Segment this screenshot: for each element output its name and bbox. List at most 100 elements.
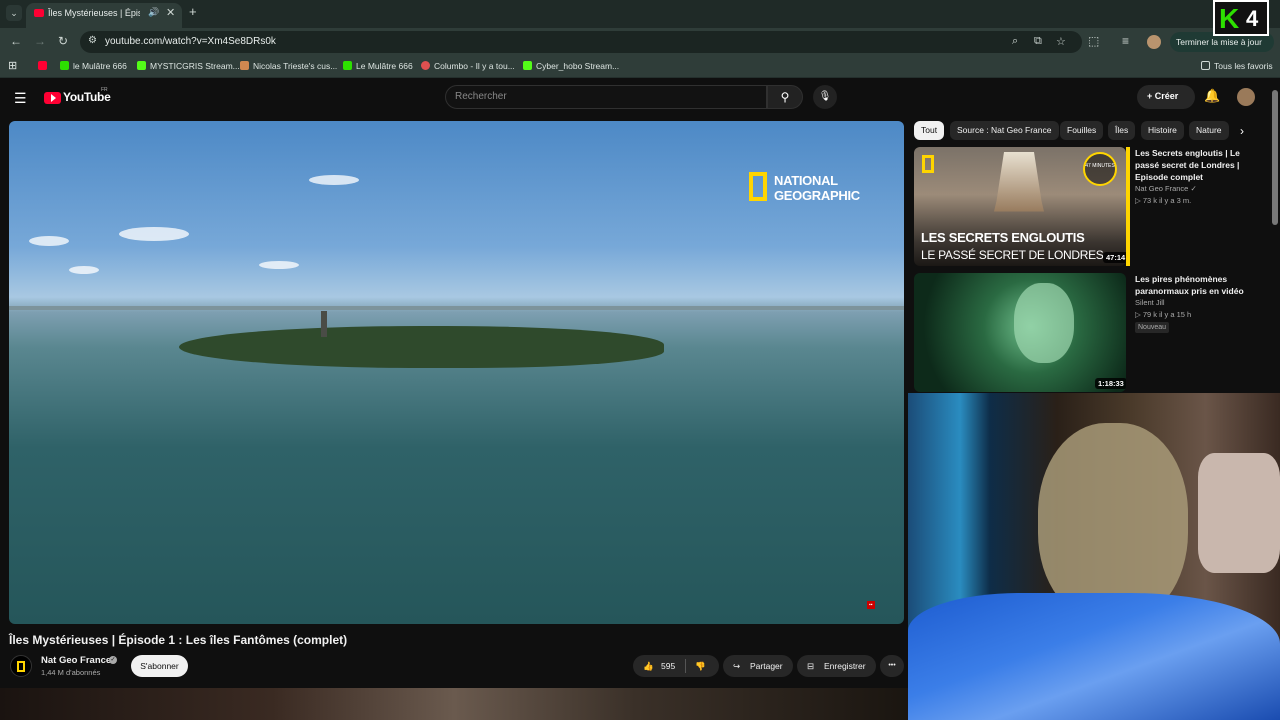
kick-icon [60, 61, 69, 70]
k4-logo-k: K [1219, 3, 1240, 34]
nat-geo-line1: NATIONAL [774, 173, 838, 188]
island [179, 326, 664, 368]
thumbnail-subheadline: LE PASSÉ SECRET DE LONDRES [921, 248, 1104, 262]
more-actions-button[interactable]: ••• [880, 655, 904, 677]
search-placeholder: Rechercher [455, 91, 507, 102]
recommendation-title[interactable]: Les Secrets engloutis | Le passé secret … [1135, 147, 1265, 183]
description-area-background [0, 688, 908, 720]
new-tab-button[interactable]: + [189, 4, 197, 19]
thumbs-up-icon[interactable]: 👍 [643, 655, 654, 677]
play-triangle-icon [51, 94, 56, 102]
subscribe-button[interactable]: S'abonner [131, 655, 188, 677]
apps-grid-icon[interactable]: ⊞ [8, 59, 17, 72]
recommendation-thumbnail[interactable]: 1:18:33 [914, 273, 1126, 392]
menu-icon[interactable]: ☰ [14, 90, 27, 107]
browser-tab-active[interactable]: Îles Mystérieuses | Épisode 🔊 ✕ [26, 3, 182, 28]
chip-tout[interactable]: Tout [914, 121, 945, 140]
speaker-icon[interactable]: 🔊 [148, 7, 159, 18]
k4-overlay-logo: K 4 [1213, 0, 1269, 36]
cloud [29, 236, 69, 246]
channel-avatar[interactable] [10, 655, 32, 677]
save-button[interactable]: ⊟ Enregistrer [797, 655, 876, 677]
search-icon[interactable]: ⚲ [767, 85, 803, 109]
video-player[interactable]: NATIONAL GEOGRAPHIC ▪▪ [9, 121, 904, 624]
chip-nature[interactable]: Nature [1189, 121, 1229, 140]
like-count[interactable]: 595 [661, 655, 675, 677]
country-code: FR [101, 87, 108, 93]
youtube-header: ☰ YouTube FR Rechercher ⚲ 🎙 + Créer 🔔 [0, 78, 1280, 118]
bookmark-item[interactable]: MYSTICGRIS Stream... [137, 61, 240, 71]
extensions-icon[interactable]: ⬚ [1088, 34, 1099, 48]
browser-profile-avatar[interactable] [1147, 35, 1161, 49]
deer-icon [240, 61, 249, 70]
back-arrow-icon[interactable]: ← [10, 34, 22, 48]
page-scrollbar[interactable] [1272, 90, 1278, 225]
bookmark-youtube[interactable] [38, 61, 51, 71]
recommendation-meta: ▷ 79 k il y a 15 h [1135, 310, 1192, 319]
ship-image [994, 152, 1044, 212]
chevron-right-icon[interactable]: › [1240, 124, 1244, 138]
bookmark-item[interactable]: Nicolas Trieste's cus... [240, 61, 337, 71]
video-duration: 47:14 [1103, 252, 1126, 263]
bookmark-star-icon[interactable]: ☆ [1056, 35, 1066, 48]
recommendation-channel[interactable]: Nat Geo France ✓ [1135, 184, 1197, 193]
nat-geo-logo-icon [17, 661, 25, 672]
bookmark-item[interactable]: le Mulâtre 666 [60, 61, 127, 71]
recommendation-meta: ▷ 73 k il y a 3 m. [1135, 196, 1192, 205]
search-input[interactable]: Rechercher [445, 85, 767, 109]
chip-source[interactable]: Source : Nat Geo France [950, 121, 1059, 140]
bookmarks-bar: ⊞ le Mulâtre 666 MYSTICGRIS Stream... Ni… [0, 56, 1280, 78]
recommendation-title[interactable]: Les pires phénomènes paranormaux pris en… [1135, 273, 1265, 297]
url-text[interactable]: youtube.com/watch?v=Xm4Se8DRs0k [105, 36, 276, 47]
new-badge: Nouveau [1135, 322, 1170, 333]
youtube-icon [38, 61, 47, 70]
browser-tab-strip: ⌄ Îles Mystérieuses | Épisode 🔊 ✕ + [0, 0, 1280, 28]
recommendation-channel[interactable]: Silent Jill [1135, 298, 1165, 307]
cloud [69, 266, 99, 274]
folder-icon [1201, 61, 1210, 70]
tab-search-button[interactable]: ⌄ [6, 5, 22, 21]
microphone-icon[interactable]: 🎙 [813, 85, 837, 109]
install-app-icon[interactable]: ⧉ [1034, 35, 1042, 48]
share-arrow-icon: ↪ [733, 661, 741, 671]
notifications-bell-icon[interactable]: 🔔 [1204, 88, 1220, 104]
tab-close-icon[interactable]: ✕ [166, 6, 175, 19]
tab-title: Îles Mystérieuses | Épisode [48, 8, 140, 18]
bookmark-icon: ⊟ [807, 661, 815, 671]
reading-list-icon[interactable]: ≡ [1122, 34, 1129, 48]
recommendation-thumbnail[interactable]: 47 MINUTES LES SECRETS ENGLOUTIS LE PASS… [914, 147, 1126, 266]
cloud [259, 261, 299, 269]
webcam-overlay [908, 393, 1280, 720]
share-button[interactable]: ↪ Partager [723, 655, 793, 677]
site-info-icon[interactable]: ⚙ [88, 35, 97, 46]
save-label: Enregistrer [824, 661, 866, 671]
nat-geo-line2: GEOGRAPHIC [774, 188, 860, 203]
kick-icon [343, 61, 352, 70]
subscriber-count: 1,44 M d'abonnés [41, 668, 101, 677]
browser-toolbar: ← → ↻ ⚙ youtube.com/watch?v=Xm4Se8DRs0k … [0, 28, 1280, 56]
accent-bar [1126, 147, 1130, 266]
chip-iles[interactable]: Îles [1108, 121, 1136, 140]
thumbs-down-icon[interactable]: 👎 [695, 655, 706, 677]
chip-histoire[interactable]: Histoire [1141, 121, 1184, 140]
all-bookmarks[interactable]: Tous les favoris [1201, 61, 1273, 71]
chip-fouilles[interactable]: Fouilles [1060, 121, 1104, 140]
zoom-icon[interactable]: ⌕ [1012, 35, 1018, 48]
thumbnail-headline: LES SECRETS ENGLOUTIS [921, 230, 1085, 245]
channel-name[interactable]: Nat Geo France [41, 655, 111, 666]
bell-tower [321, 311, 327, 337]
reload-icon[interactable]: ↻ [58, 34, 68, 48]
create-button[interactable]: + Créer [1137, 85, 1195, 109]
verified-check-icon: ✓ [109, 656, 117, 664]
forward-arrow-icon[interactable]: → [34, 34, 46, 48]
nat-geo-logo-icon [922, 155, 934, 173]
k4-logo-4: 4 [1246, 6, 1259, 31]
bookmark-item[interactable]: Cyber_hobo Stream... [523, 61, 619, 71]
like-dislike-group: 👍 595 👎 [633, 655, 719, 677]
bookmark-item[interactable]: Le Mulâtre 666 [343, 61, 413, 71]
blue-blanket [908, 593, 1280, 720]
account-avatar[interactable] [1237, 88, 1255, 106]
bookmark-item[interactable]: Columbo - Il y a tou... [421, 61, 515, 71]
address-bar[interactable]: ⚙ youtube.com/watch?v=Xm4Se8DRs0k ⌕ ⧉ ☆ [80, 31, 1082, 53]
columbo-icon [421, 61, 430, 70]
